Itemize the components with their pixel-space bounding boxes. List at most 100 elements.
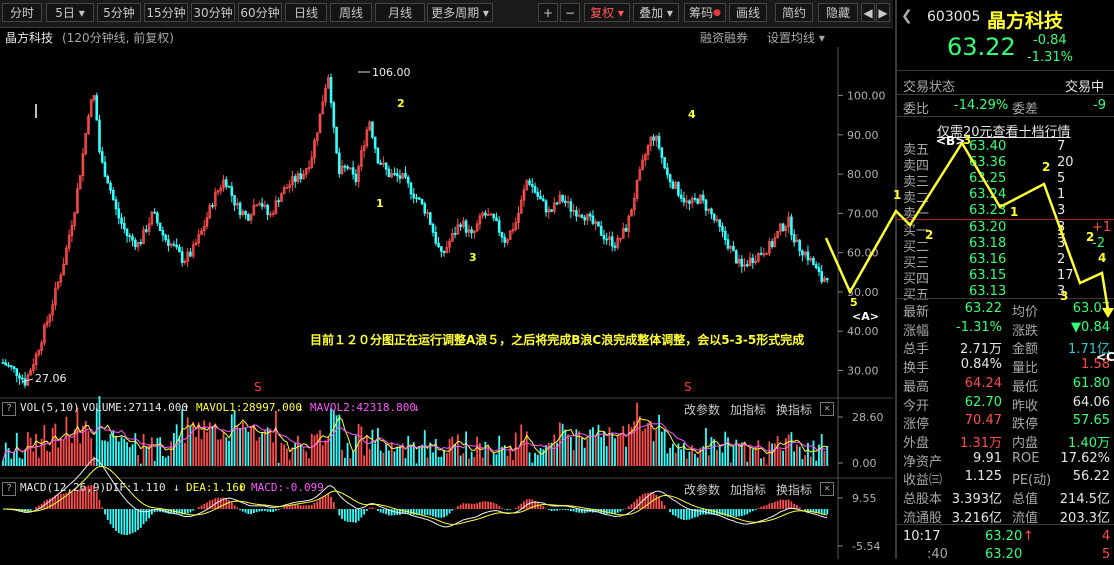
volume-bar <box>562 424 564 466</box>
bid-row[interactable]: 买三63.162 <box>897 252 1114 268</box>
help-icon[interactable]: ? <box>2 482 16 496</box>
stat-label: 净资产 <box>903 451 942 470</box>
promo-link[interactable]: 仅需20元查看十档行情 <box>937 121 1071 140</box>
macd-bar <box>126 509 128 535</box>
candle-body <box>5 363 7 365</box>
wave-label: 2 <box>397 97 405 110</box>
volume-bar <box>206 432 208 466</box>
wave-label: 5 <box>850 296 858 309</box>
volume-switch-indicator-button[interactable]: 换指标 <box>776 401 812 418</box>
ask-volume: 20 <box>1057 155 1074 170</box>
simple-mode-button[interactable]: 简约 <box>775 3 813 22</box>
volume-bar <box>650 421 652 466</box>
candle-body <box>115 200 117 209</box>
close-icon[interactable]: ✕ <box>820 402 834 416</box>
hide-button[interactable]: 隐藏 <box>818 3 858 22</box>
down-arrow-icon: ↓ <box>173 481 180 494</box>
candle-body <box>606 239 608 240</box>
volume-bar <box>711 437 713 466</box>
macd-bar <box>631 504 633 509</box>
bid-delta: +1 <box>1092 220 1111 235</box>
overlay-button[interactable]: 叠加 ▾ <box>633 3 679 22</box>
macd-bar <box>371 507 373 509</box>
ask-volume: 7 <box>1057 139 1065 154</box>
zoom-in-button[interactable]: + <box>538 3 558 22</box>
volume-bar <box>810 457 812 466</box>
macd-add-indicator-button[interactable]: 加指标 <box>730 481 766 498</box>
ask-row[interactable]: 卖一63.233 <box>897 203 1114 219</box>
ask-row[interactable]: 卖四63.3620 <box>897 155 1114 171</box>
volume-bar <box>567 434 569 466</box>
macd-bar <box>617 509 619 513</box>
zoom-out-button[interactable]: − <box>560 3 580 22</box>
macd-bar <box>633 502 635 509</box>
chips-button[interactable]: 筹码● <box>684 3 726 22</box>
close-icon[interactable]: ✕ <box>820 482 834 496</box>
ask-row[interactable]: 卖二63.241 <box>897 187 1114 203</box>
ask-row[interactable]: 卖五63.407 <box>897 139 1114 155</box>
wave-label: 4 <box>688 108 696 121</box>
bid-row[interactable]: 买四63.1517 <box>897 268 1114 284</box>
candle-body <box>592 216 594 223</box>
macd-bar <box>824 509 826 514</box>
wave-label: 3 <box>469 251 477 264</box>
volume-bar <box>793 451 795 466</box>
macd-bar <box>614 509 616 514</box>
tick-row-2: :40 63.20 5 <box>897 545 1114 565</box>
period-tab-30min[interactable]: 30分钟 <box>191 3 235 22</box>
draw-line-button[interactable]: 画线 <box>729 3 767 22</box>
volume-bar <box>32 451 34 466</box>
macd-bar <box>548 509 550 510</box>
current-price: 63.22 <box>947 33 1016 61</box>
down-arrow-icon: ↓ <box>238 481 245 494</box>
fuquan-button[interactable]: 复权 ▾ <box>584 3 630 22</box>
next-arrow-icon[interactable]: ▶ <box>876 3 890 22</box>
high-price-label: 106.00 <box>372 66 411 79</box>
candle-body <box>771 242 773 247</box>
stat-label: 均价 <box>1012 301 1038 320</box>
help-icon[interactable]: ? <box>2 402 16 416</box>
volume-add-indicator-button[interactable]: 加指标 <box>730 401 766 418</box>
volume-bar <box>592 427 594 466</box>
period-tab-daily[interactable]: 日线 <box>285 3 327 22</box>
volume-bar <box>264 430 266 466</box>
macd-bar <box>198 507 200 509</box>
volume-bar <box>187 417 189 466</box>
macd-switch-indicator-button[interactable]: 换指标 <box>776 481 812 498</box>
stat-value: 1.125 <box>965 469 1002 484</box>
volume-bar <box>380 451 382 466</box>
volume-params-button[interactable]: 改参数 <box>684 401 720 418</box>
collapse-arrow-icon[interactable]: ❮ <box>901 8 913 24</box>
period-tab-fenshi[interactable]: 分时 <box>2 3 42 22</box>
ma-settings-button[interactable]: 设置均线 ▾ <box>767 29 825 46</box>
prev-arrow-icon[interactable]: ◀ <box>861 3 875 22</box>
macd-bar <box>220 498 222 509</box>
margin-trading-link[interactable]: 融资融券 <box>700 29 748 46</box>
stat-label: 涨跌 <box>1012 320 1038 339</box>
period-tab-5min[interactable]: 5分钟 <box>97 3 141 22</box>
bid-row[interactable]: 买一63.203+1 <box>897 220 1114 236</box>
chevron-down-icon: ▾ <box>667 6 673 20</box>
period-tab-more[interactable]: 更多周期 ▾ <box>427 3 493 22</box>
period-tab-5day[interactable]: 5日 ▾ <box>46 3 94 22</box>
volume-bar <box>496 454 498 466</box>
volume-bar <box>231 414 233 466</box>
ask-row[interactable]: 卖三63.255 <box>897 171 1114 187</box>
down-arrow-icon: ↓ <box>413 401 420 414</box>
bid-row[interactable]: 买二63.183-2 <box>897 236 1114 252</box>
volume-bar <box>256 441 258 466</box>
macd-bar <box>385 509 387 514</box>
macd-bar <box>325 495 327 509</box>
volume-bar <box>625 447 627 466</box>
candle-body <box>705 200 707 210</box>
macd-params-button[interactable]: 改参数 <box>684 481 720 498</box>
volume-bar <box>518 448 520 466</box>
period-tab-15min[interactable]: 15分钟 <box>144 3 188 22</box>
period-tab-monthly[interactable]: 月线 <box>375 3 425 22</box>
period-tab-60min[interactable]: 60分钟 <box>238 3 282 22</box>
period-tab-weekly[interactable]: 周线 <box>330 3 372 22</box>
candle-body <box>225 180 227 187</box>
stat-value: 64.06 <box>1073 395 1110 410</box>
volume-bar <box>283 445 285 466</box>
stat-label: 总手 <box>903 338 929 357</box>
